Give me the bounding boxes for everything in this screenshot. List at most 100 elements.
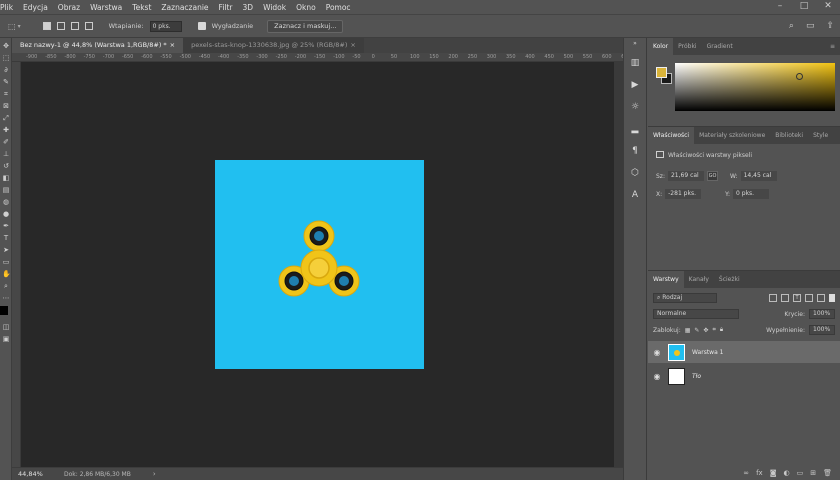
menu-help[interactable]: Pomoc [321,3,356,12]
filter-pixel-icon[interactable] [769,294,777,302]
tab-materialy[interactable]: Materiały szkoleniowe [694,127,770,144]
x-field[interactable]: -281 pks. [665,189,702,199]
history-icon[interactable]: ▥ [628,56,642,70]
new-group-icon[interactable]: ▭ [797,469,804,477]
lock-image-icon[interactable]: ✎ [694,327,699,334]
y-field[interactable]: 0 pks. [733,189,770,199]
tab-bez-nazwy[interactable]: Bez nazwy-1 @ 44,8% (Warstwa 1,RGB/8#) *… [12,38,184,53]
zoom-tool-icon[interactable]: ⌕ [2,282,10,290]
adjustment-layer-icon[interactable]: ◐ [784,469,790,477]
paragraph-icon[interactable]: ¶ [628,144,642,158]
tab-biblioteki[interactable]: Biblioteki [770,127,808,144]
menu-file[interactable]: Plik [0,3,18,12]
history-brush-icon[interactable]: ↺ [2,162,10,170]
rectangle-tool-icon[interactable]: ▭ [2,258,10,266]
tab-probki[interactable]: Próbki [673,38,701,55]
move-tool-icon[interactable]: ✥ [2,42,10,50]
dodge-tool-icon[interactable]: ● [2,210,10,218]
antialias-checkbox[interactable] [197,22,206,30]
filter-toggle[interactable] [829,294,835,302]
maximize-icon[interactable]: □ [792,0,816,14]
layer-name[interactable]: Tło [692,373,701,380]
foreground-color-swatch[interactable] [0,306,8,315]
menu-edit[interactable]: Edycja [18,3,53,12]
eyedropper-tool-icon[interactable]: ⤢ [2,114,10,122]
character-icon[interactable]: A [628,188,642,202]
quick-select-tool-icon[interactable]: ✎ [2,78,10,86]
quick-mask-icon[interactable]: ◫ [2,323,10,331]
vertical-scrollbar[interactable] [614,62,623,467]
width-field[interactable]: 21,69 cal [667,171,704,181]
menu-filter[interactable]: Filtr [214,3,238,12]
marquee-tool-icon[interactable]: ⬚ [8,22,16,31]
layer-filter-select[interactable]: ⌕ Rodzaj [653,293,717,303]
frame-tool-icon[interactable]: ⊠ [2,102,10,110]
tab-kanaly[interactable]: Kanały [684,271,714,288]
intersect-selection-icon[interactable] [84,22,93,30]
filter-adjustment-icon[interactable] [781,294,789,302]
layer-style-icon[interactable]: fx [756,469,763,477]
brush-settings-icon[interactable]: ▂ [628,122,642,136]
feather-input[interactable]: 0 pks. [149,20,182,32]
status-menu-arrow-icon[interactable]: › [153,470,156,478]
gradient-tool-icon[interactable]: ▤ [2,186,10,194]
more-tools-icon[interactable]: ⋯ [2,294,10,302]
blend-mode-select[interactable]: Normalne [653,309,739,319]
zoom-level[interactable]: 44,84% [12,470,64,478]
minimize-icon[interactable]: – [768,0,792,14]
stamp-tool-icon[interactable]: ⊥ [2,150,10,158]
lock-artboard-icon[interactable]: ⌗ [712,326,715,334]
crop-tool-icon[interactable]: ⌗ [2,90,10,98]
menu-image[interactable]: Obraz [53,3,85,12]
tab-kolor[interactable]: Kolor [648,38,674,55]
panel-menu-icon[interactable]: ≡ [825,38,840,55]
eraser-tool-icon[interactable]: ◧ [2,174,10,182]
screen-mode-icon[interactable]: ▣ [2,335,10,343]
collapse-icon[interactable]: » [628,40,642,48]
layer-row-warstwa-1[interactable]: ◉ Warstwa 1 [648,341,840,363]
lasso-tool-icon[interactable]: ∂ [2,66,10,74]
close-tab-icon[interactable]: × [350,41,355,49]
share-icon[interactable]: ⇪ [826,21,834,31]
marquee-tool-icon[interactable]: ⬚ [2,54,10,62]
document-canvas[interactable] [215,160,424,369]
tab-warstwy[interactable]: Warstwy [648,271,684,288]
type-tool-icon[interactable]: T [2,234,10,242]
add-selection-icon[interactable] [56,22,65,30]
close-icon[interactable]: ✕ [816,0,840,14]
workspace-icon[interactable]: ▭ [806,21,815,31]
tab-wlasciwosci[interactable]: Właściwości [648,127,695,144]
color-picker-ring[interactable] [796,73,803,80]
tab-pexels[interactable]: pexels-stas-knop-1330638.jpg @ 25% (RGB/… [183,38,364,53]
subtract-selection-icon[interactable] [70,22,79,30]
tab-style[interactable]: Style [808,127,833,144]
eye-icon[interactable]: ◉ [648,372,666,381]
search-icon[interactable]: ⌕ [789,21,794,31]
select-and-mask-button[interactable]: Zaznacz i maskuj... [267,19,344,33]
menu-select[interactable]: Zaznaczanie [156,3,213,12]
delete-layer-icon[interactable]: 🗑︎ [823,469,832,477]
foreground-color-swatch[interactable] [656,67,667,78]
filter-smart-icon[interactable] [817,294,825,302]
lock-position-icon[interactable]: ✥ [703,327,708,334]
menu-type[interactable]: Tekst [127,3,156,12]
layer-name[interactable]: Warstwa 1 [692,349,723,356]
menu-3d[interactable]: 3D [238,3,259,12]
blur-tool-icon[interactable]: ◍ [2,198,10,206]
layer-mask-icon[interactable]: ◙ [770,469,777,477]
filter-type-icon[interactable]: T [793,294,801,302]
eye-icon[interactable]: ◉ [648,348,666,357]
3d-icon[interactable]: ⬡ [628,166,642,180]
color-spectrum[interactable] [675,63,835,111]
path-select-tool-icon[interactable]: ➤ [2,246,10,254]
filter-shape-icon[interactable] [805,294,813,302]
fill-field[interactable]: 100% [809,325,835,335]
menu-layer[interactable]: Warstwa [85,3,127,12]
height-field[interactable]: 14,45 cal [740,171,777,181]
menu-view[interactable]: Widok [258,3,291,12]
brush-tool-icon[interactable]: ✐ [2,138,10,146]
layer-row-tlo[interactable]: ◉ Tło [648,365,840,387]
close-tab-icon[interactable]: × [170,41,175,49]
new-selection-icon[interactable] [42,22,51,30]
new-layer-icon[interactable]: ⊞ [810,469,816,477]
